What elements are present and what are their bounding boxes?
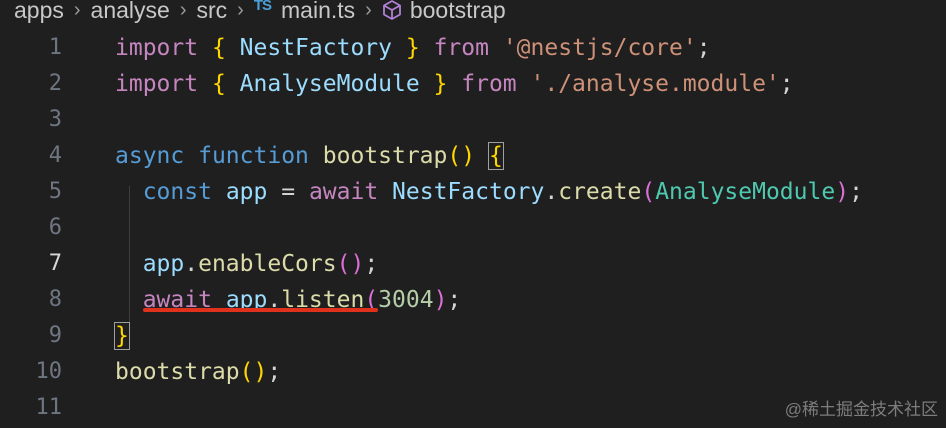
token-brace: {: [211, 71, 226, 97]
token-paren: (: [336, 251, 351, 277]
code-text[interactable]: import { AnalyseModule } from './analyse…: [115, 66, 794, 102]
token-identifier: NestFactory: [392, 179, 545, 205]
token-method: enableCors: [198, 251, 337, 277]
line-number: 5: [48, 179, 62, 204]
breadcrumb: apps › analyse › src › TS main.ts › boot…: [14, 0, 506, 26]
token-semicolon: ;: [267, 359, 282, 385]
token-paren: ): [433, 287, 448, 313]
token-brace: }: [433, 71, 448, 97]
typescript-icon: TS: [253, 0, 272, 14]
line-number-active: 7: [48, 251, 62, 276]
code-text[interactable]: }: [114, 318, 130, 354]
token-method: create: [558, 179, 642, 205]
token-semicolon: ;: [696, 35, 711, 61]
token-dot: .: [184, 251, 199, 277]
line-number: 4: [48, 143, 62, 168]
code-line-3[interactable]: 3: [0, 102, 946, 138]
watermark: @稀土掘金技术社区: [784, 400, 938, 419]
line-number: 10: [35, 359, 63, 384]
line-number: 8: [48, 287, 62, 312]
token-keyword: function: [198, 143, 309, 169]
line-number: 1: [48, 35, 62, 60]
line-number: 9: [48, 323, 62, 348]
token-dot: .: [544, 179, 559, 205]
token-keyword: from: [461, 71, 517, 97]
token-keyword: await: [308, 179, 379, 205]
token-paren: (: [641, 179, 656, 205]
chevron-right-icon: ›: [237, 0, 244, 21]
token-keyword: import: [115, 35, 199, 61]
line-number: 6: [48, 215, 62, 240]
token-parens: (): [447, 143, 476, 169]
token-brace: }: [405, 35, 420, 61]
code-line-8[interactable]: 8 await app.listen(3004);: [0, 282, 946, 318]
code-line-4[interactable]: 4 async function bootstrap() {: [0, 138, 946, 174]
code-text[interactable]: app.enableCors();: [115, 246, 378, 282]
token-identifier: NestFactory: [239, 35, 392, 61]
code-line-2[interactable]: 2 import { AnalyseModule } from './analy…: [0, 66, 946, 102]
token-keyword: import: [115, 71, 199, 97]
token-paren: ): [835, 179, 850, 205]
token-string: '@nestjs/core': [502, 35, 697, 61]
token-keyword: const: [142, 179, 212, 205]
annotation-underline: [143, 308, 378, 312]
chevron-right-icon: ›: [73, 0, 81, 21]
chevron-right-icon: ›: [179, 0, 187, 21]
token-paren: ): [350, 251, 365, 277]
token-keyword: async: [115, 143, 185, 169]
code-text[interactable]: import { NestFactory } from '@nestjs/cor…: [115, 30, 711, 66]
token-semicolon: ;: [447, 287, 462, 313]
token-brace: {: [211, 35, 226, 61]
line-number: 2: [48, 71, 62, 96]
code-line-1[interactable]: 1 import { NestFactory } from '@nestjs/c…: [0, 30, 946, 66]
token-semicolon: ;: [364, 251, 379, 277]
code-text[interactable]: await app.listen(3004);: [115, 282, 462, 318]
code-text[interactable]: async function bootstrap() {: [115, 138, 504, 174]
code-line-10[interactable]: 10 bootstrap();: [0, 354, 946, 390]
token-keyword: from: [433, 35, 489, 61]
token-identifier: AnalyseModule: [239, 71, 420, 97]
code-line-6[interactable]: 6: [0, 210, 946, 246]
token-operator: =: [281, 179, 296, 205]
token-variable: app: [225, 179, 268, 205]
token-function-call: bootstrap: [115, 359, 240, 385]
token-parens: (): [239, 359, 268, 385]
code-text[interactable]: bootstrap();: [115, 354, 281, 390]
token-brace-matched: }: [114, 322, 130, 350]
token-class: AnalyseModule: [655, 179, 836, 205]
breadcrumb-item-src[interactable]: src: [197, 0, 228, 24]
breadcrumb-item-file[interactable]: main.ts: [281, 0, 355, 24]
breadcrumb-item-symbol[interactable]: bootstrap: [410, 0, 506, 24]
code-line-9[interactable]: 9 }: [0, 318, 946, 354]
token-semicolon: ;: [849, 179, 863, 205]
code-text[interactable]: const app = await NestFactory.create(Ana…: [115, 174, 863, 210]
token-semicolon: ;: [779, 71, 794, 97]
cube-icon: [382, 0, 402, 21]
chevron-right-icon: ›: [365, 0, 372, 21]
code-line-5[interactable]: 5 const app = await NestFactory.create(A…: [0, 174, 946, 210]
token-brace-matched: {: [487, 142, 504, 170]
token-function-name: bootstrap: [322, 143, 448, 169]
code-line-7[interactable]: 7 app.enableCors();: [0, 246, 946, 282]
token-string: './analyse.module': [530, 71, 780, 97]
line-number: 3: [48, 107, 62, 132]
token-number: 3004: [378, 287, 434, 313]
breadcrumb-item-apps[interactable]: apps: [14, 0, 64, 24]
line-number: 11: [35, 395, 63, 420]
breadcrumb-item-analyse[interactable]: analyse: [91, 0, 170, 24]
token-variable: app: [142, 251, 185, 277]
